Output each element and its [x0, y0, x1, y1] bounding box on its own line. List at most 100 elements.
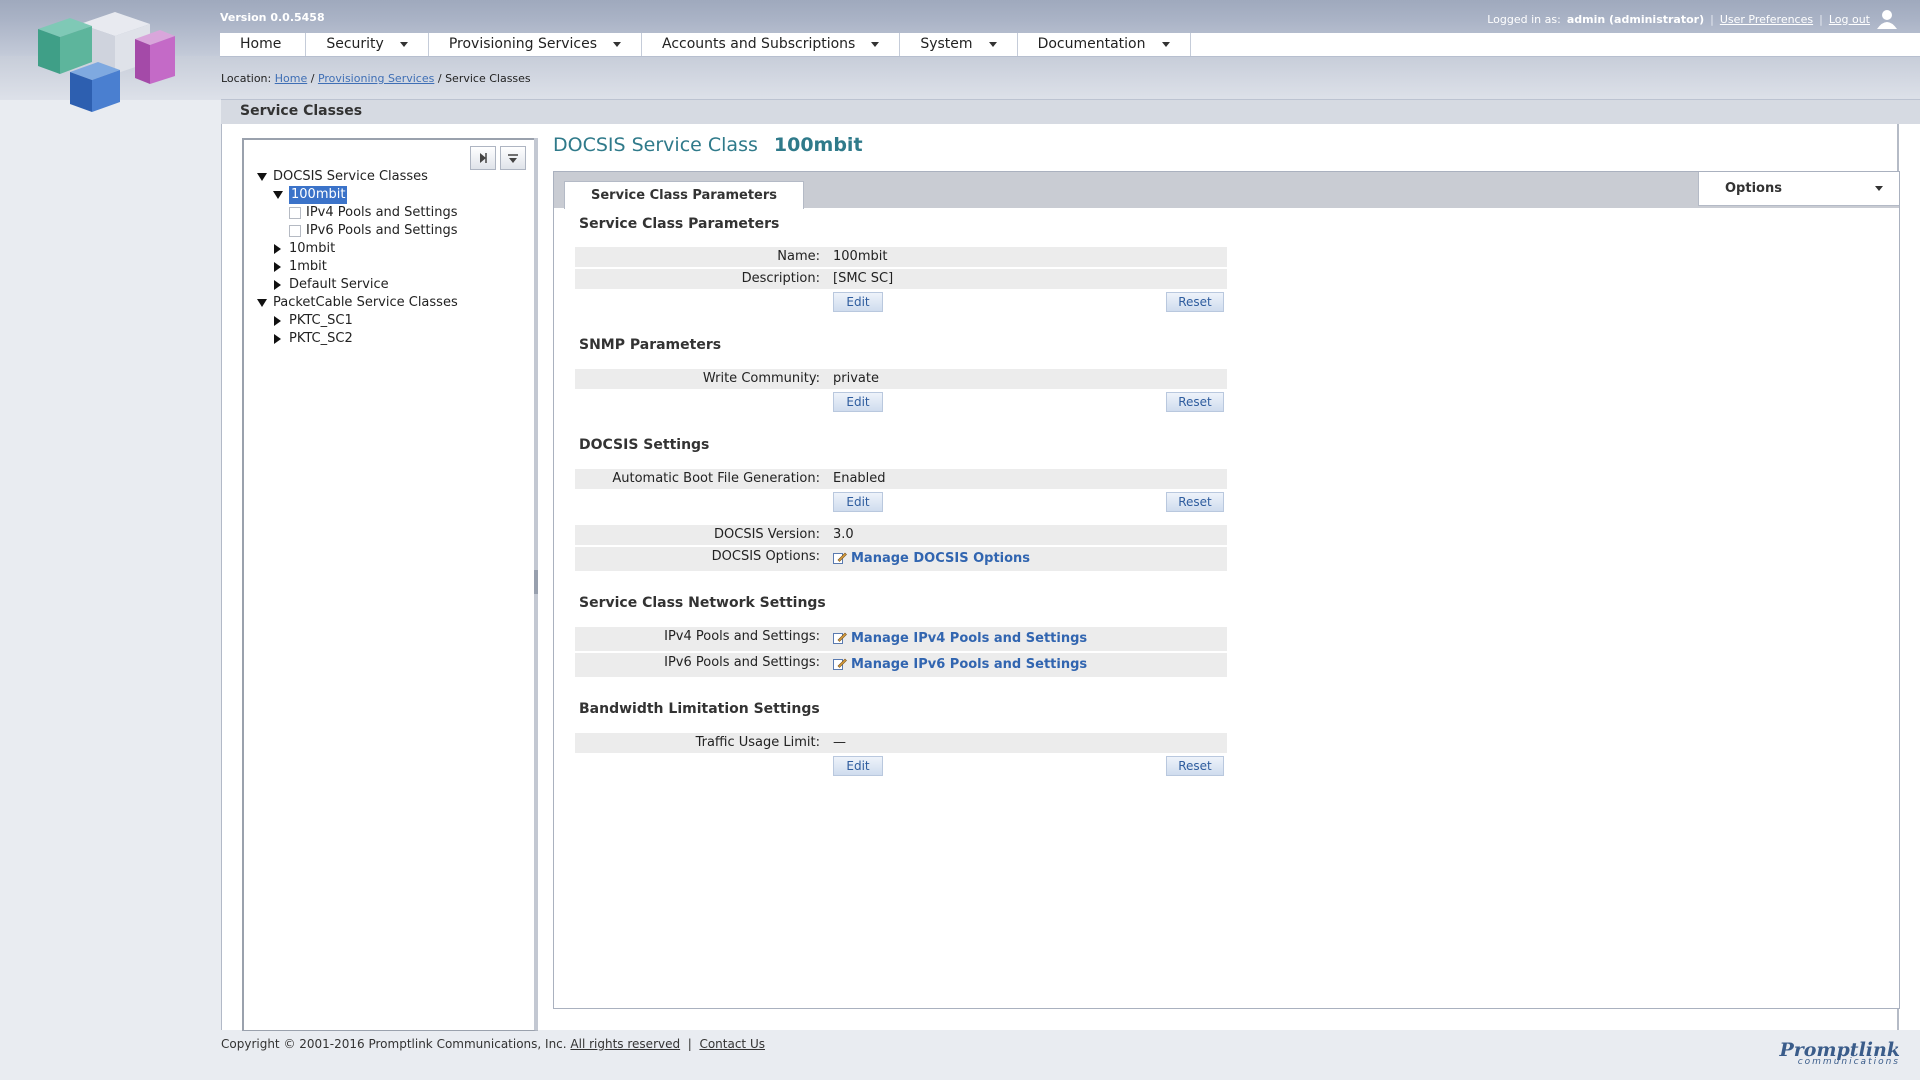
field-value-link[interactable]: Manage IPv6 Pools and Settings — [833, 657, 1087, 672]
edit-button[interactable]: Edit — [833, 492, 883, 512]
expand-arrow-icon[interactable] — [274, 244, 281, 254]
collapse-arrow-icon[interactable] — [273, 191, 283, 199]
manage-docsis-options-link[interactable]: Manage DOCSIS Options — [851, 551, 1030, 566]
leaf-icon — [289, 207, 301, 219]
field-row-traffic-usage-limit: Traffic Usage Limit: — — [575, 733, 1227, 753]
field-value-link[interactable]: Manage IPv4 Pools and Settings — [833, 631, 1087, 646]
user-icon[interactable] — [1876, 9, 1898, 29]
field-value: — — [833, 735, 846, 750]
tree-node-docsis[interactable]: DOCSIS Service Classes — [257, 168, 458, 186]
breadcrumb-provisioning[interactable]: Provisioning Services — [318, 72, 434, 85]
expand-arrow-icon[interactable] — [274, 262, 281, 272]
cube-logo — [38, 12, 175, 112]
group-title-network-settings: Service Class Network Settings — [579, 595, 826, 611]
nav-system[interactable]: System — [900, 33, 1018, 56]
reset-button[interactable]: Reset — [1166, 756, 1224, 776]
tree-node-pktc-sc1[interactable]: PKTC_SC1 — [257, 312, 458, 330]
tree-node-pktc-sc2[interactable]: PKTC_SC2 — [257, 330, 458, 348]
tab-strip: Service Class Parameters Options — [554, 172, 1899, 209]
detail-title: DOCSIS Service Class 100mbit — [553, 134, 863, 156]
tree-node-1mbit[interactable]: 1mbit — [257, 258, 458, 276]
expand-icon — [480, 153, 487, 163]
contact-us-link[interactable]: Contact Us — [699, 1037, 765, 1051]
brand-logo: Promptlink communications — [1779, 1039, 1900, 1067]
tree-node-label[interactable]: PacketCable Service Classes — [273, 294, 458, 312]
section-header: Service Classes — [221, 99, 1920, 125]
field-value: [SMC SC] — [833, 271, 894, 286]
nav-home[interactable]: Home — [220, 33, 307, 56]
collapse-icon — [508, 154, 518, 163]
edit-button[interactable]: Edit — [833, 392, 883, 412]
breadcrumb-separator: / — [437, 72, 442, 85]
tree-node-packetcable[interactable]: PacketCable Service Classes — [257, 294, 458, 312]
edit-pencil-icon — [833, 658, 847, 670]
edit-button[interactable]: Edit — [833, 292, 883, 312]
nav-security[interactable]: Security — [306, 33, 429, 56]
tree-node-10mbit[interactable]: 10mbit — [257, 240, 458, 258]
nav-documentation[interactable]: Documentation — [1018, 33, 1191, 56]
field-label: Write Community: — [702, 371, 820, 386]
collapse-all-button[interactable] — [500, 146, 526, 170]
edit-button[interactable]: Edit — [833, 756, 883, 776]
tree-node-label-selected[interactable]: 100mbit — [289, 186, 348, 204]
field-row-ipv6-pools: IPv6 Pools and Settings: Manage IPv6 Poo… — [575, 653, 1227, 677]
user-preferences-link[interactable]: User Preferences — [1720, 13, 1813, 26]
all-rights-link[interactable]: All rights reserved — [570, 1037, 680, 1051]
tree-toolbar — [470, 146, 526, 170]
tree-node-label[interactable]: 1mbit — [289, 258, 327, 276]
expand-arrow-icon[interactable] — [274, 334, 281, 344]
nav-provisioning-label: Provisioning Services — [448, 36, 597, 52]
tree-node-ipv6[interactable]: IPv6 Pools and Settings — [257, 222, 458, 240]
user-bar: Logged in as: admin (administrator) | Us… — [1487, 9, 1898, 29]
manage-ipv4-pools-link[interactable]: Manage IPv4 Pools and Settings — [851, 631, 1087, 646]
field-value-link[interactable]: Manage DOCSIS Options — [833, 551, 1030, 566]
leaf-icon — [289, 225, 301, 237]
footer-separator: | — [687, 1037, 692, 1051]
tree-node-label[interactable]: PKTC_SC2 — [289, 330, 353, 348]
tree-node-label[interactable]: DOCSIS Service Classes — [273, 168, 428, 186]
logged-in-label: Logged in as: — [1487, 12, 1561, 26]
breadcrumb: Location: Home / Provisioning Services /… — [221, 72, 531, 85]
copyright-text: Copyright © 2001-2016 Promptlink Communi… — [221, 1037, 567, 1051]
manage-ipv6-pools-link[interactable]: Manage IPv6 Pools and Settings — [851, 657, 1087, 672]
nav-accounts-subscriptions[interactable]: Accounts and Subscriptions — [642, 33, 901, 56]
reset-button[interactable]: Reset — [1166, 492, 1224, 512]
chevron-down-icon — [613, 42, 621, 47]
nav-accounts-label: Accounts and Subscriptions — [662, 36, 856, 52]
field-label: Name: — [777, 249, 820, 264]
field-label: Automatic Boot File Generation: — [612, 471, 820, 486]
field-row-write-community: Write Community: private — [575, 369, 1227, 389]
chevron-down-icon — [1161, 42, 1170, 47]
group-title-docsis-settings: DOCSIS Settings — [579, 437, 710, 453]
detail-title-prefix: DOCSIS Service Class — [553, 134, 758, 156]
field-row-description: Description: [SMC SC] — [575, 269, 1227, 289]
logout-link[interactable]: Log out — [1829, 13, 1870, 26]
detail-panel: Service Class Parameters Options Service… — [553, 171, 1900, 1009]
breadcrumb-home[interactable]: Home — [275, 72, 307, 85]
current-user: admin (administrator) — [1566, 12, 1705, 26]
tree-node-label[interactable]: PKTC_SC1 — [289, 312, 353, 330]
options-dropdown[interactable]: Options — [1698, 172, 1899, 206]
tree-node-default-service[interactable]: Default Service — [257, 276, 458, 294]
expand-arrow-icon[interactable] — [274, 316, 281, 326]
expand-all-button[interactable] — [470, 146, 496, 170]
footer: Copyright © 2001-2016 Promptlink Communi… — [221, 1031, 1920, 1080]
field-value: Enabled — [833, 471, 886, 486]
tree-node-label[interactable]: IPv6 Pools and Settings — [306, 222, 457, 240]
splitter-handle[interactable] — [534, 570, 538, 594]
tree-node-ipv4[interactable]: IPv4 Pools and Settings — [257, 204, 458, 222]
reset-button[interactable]: Reset — [1166, 292, 1224, 312]
chevron-down-icon — [1875, 186, 1883, 191]
tree-node-label[interactable]: 10mbit — [289, 240, 335, 258]
tab-service-class-parameters[interactable]: Service Class Parameters — [564, 181, 805, 209]
collapse-arrow-icon[interactable] — [257, 173, 267, 181]
reset-button[interactable]: Reset — [1166, 392, 1224, 412]
group-title-service-class-parameters: Service Class Parameters — [579, 216, 780, 232]
tree-node-label[interactable]: Default Service — [289, 276, 389, 294]
tree-node-label[interactable]: IPv4 Pools and Settings — [306, 204, 457, 222]
nav-provisioning-services[interactable]: Provisioning Services — [429, 33, 642, 56]
expand-arrow-icon[interactable] — [274, 280, 281, 290]
chevron-down-icon — [871, 42, 880, 47]
collapse-arrow-icon[interactable] — [257, 299, 267, 307]
tree-node-100mbit[interactable]: 100mbit — [257, 186, 458, 204]
